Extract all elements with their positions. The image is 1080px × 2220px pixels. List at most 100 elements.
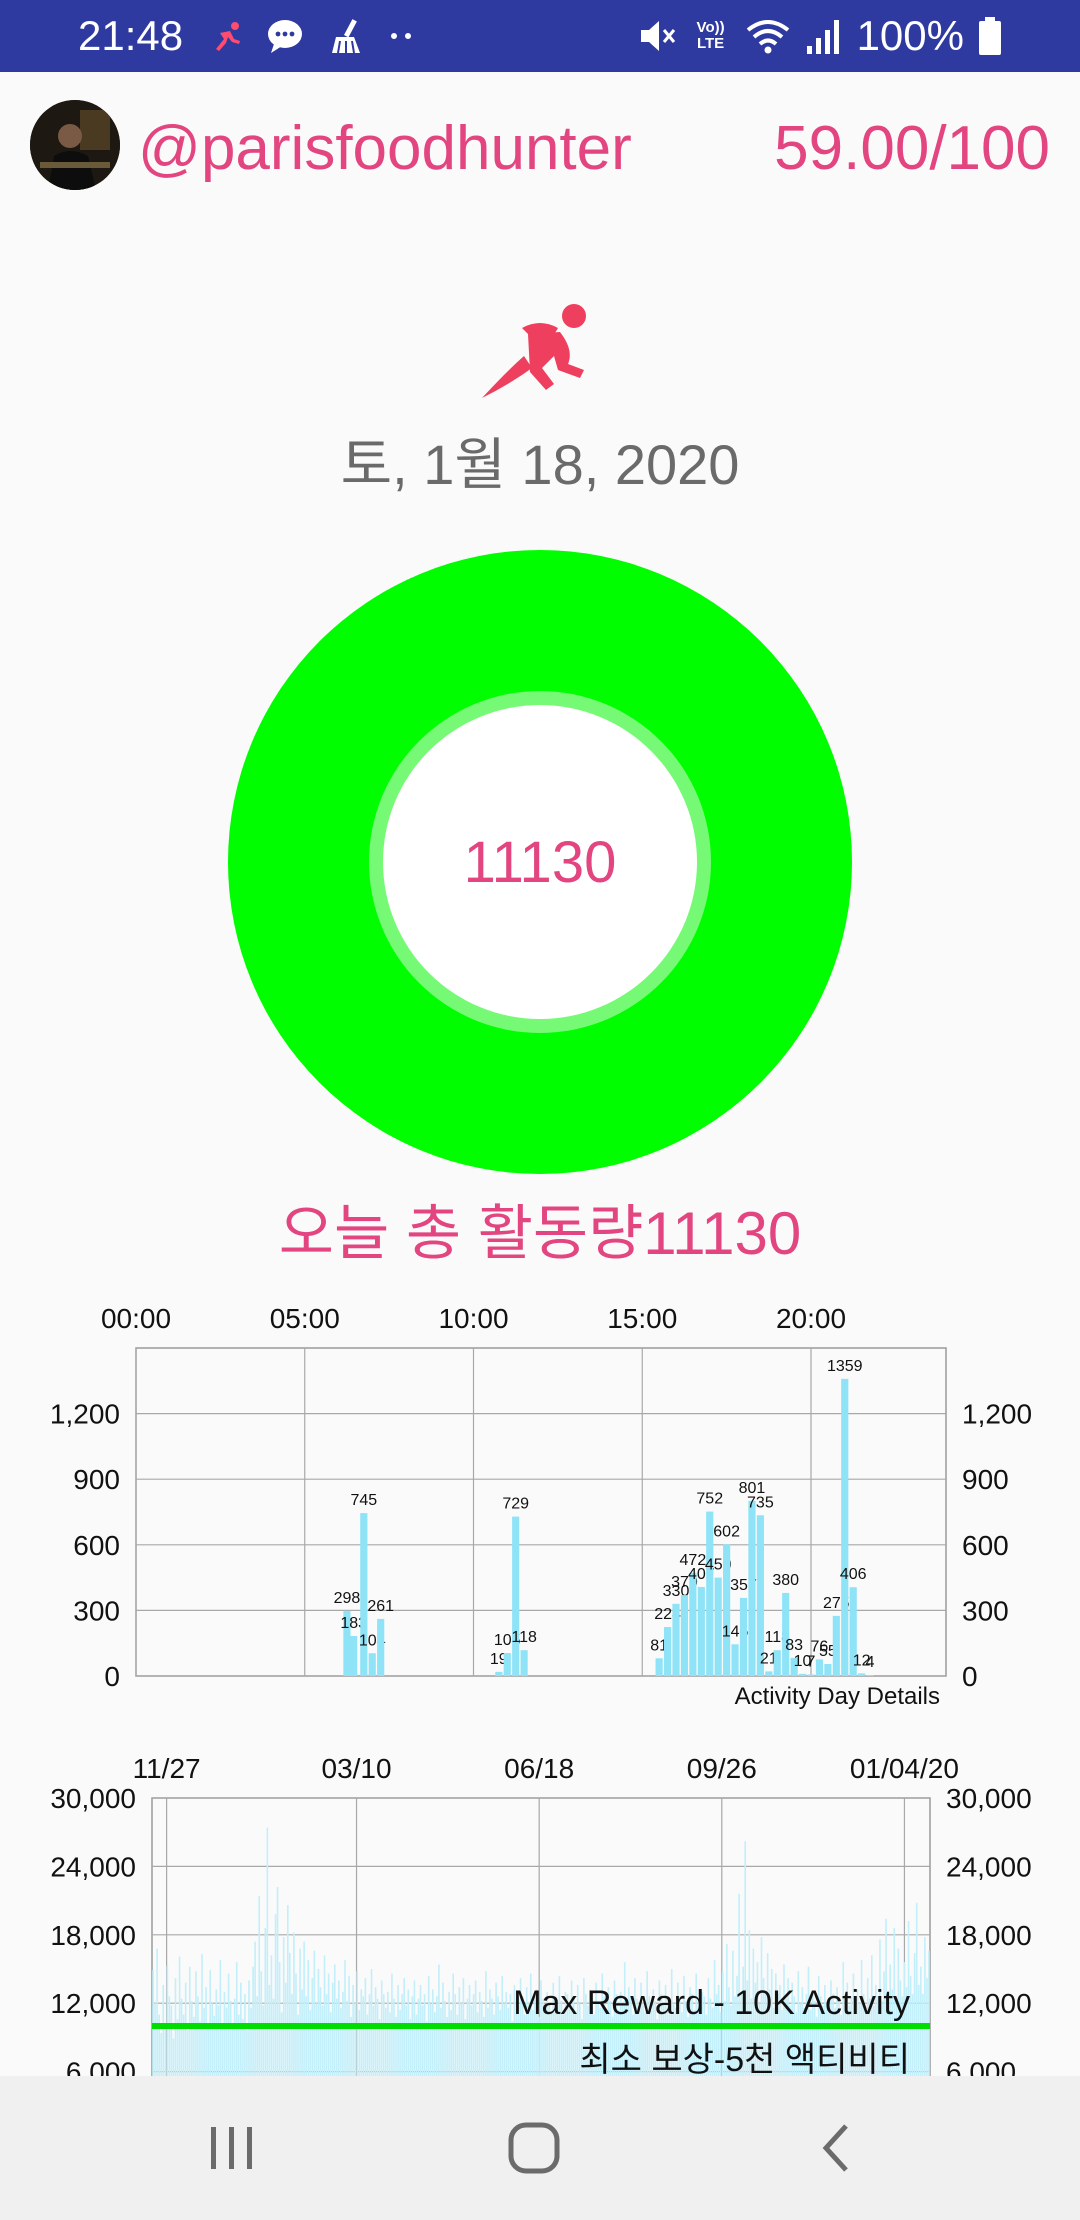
avatar[interactable] [30, 100, 120, 190]
history-chart-bar [293, 1932, 295, 2076]
day-chart-bar-label: 83 [785, 1637, 803, 1654]
day-chart-bar-label: 7 [807, 1653, 816, 1670]
history-chart-bar [180, 1998, 183, 2076]
history-chart-bar [354, 2003, 356, 2076]
history-chart-x-tick: 03/10 [322, 1753, 392, 1784]
day-chart-bar [824, 1663, 832, 1676]
history-chart-bar [497, 1996, 499, 2076]
recent-apps-button[interactable] [192, 2108, 272, 2188]
mute-icon [640, 21, 675, 51]
history-chart-bar [246, 2030, 248, 2076]
history-chart-bar [489, 1989, 491, 2076]
history-chart-x-tick: 06/18 [504, 1753, 574, 1784]
history-chart-bar [264, 1927, 267, 2076]
history-chart-bar [509, 1994, 512, 2076]
history-chart-bar [313, 1950, 316, 2076]
history-chart-bar [178, 1956, 181, 2076]
volte-icon: Vo)) LTE [691, 20, 731, 52]
day-chart-y-tick-right: 900 [962, 1464, 1009, 1495]
day-chart-bar [714, 1577, 722, 1676]
history-chart-bar [387, 1991, 389, 2076]
notification-icons [210, 14, 416, 58]
history-chart-bar [217, 2005, 220, 2076]
day-chart-y-tick-left: 1,200 [50, 1399, 120, 1430]
volte-label: Vo)) LTE [696, 19, 725, 52]
history-chart-bar [299, 1948, 301, 2076]
history-chart-bar [229, 2000, 232, 2076]
history-chart-bar [156, 1948, 158, 2076]
history-chart-bar [360, 1989, 363, 2076]
date-label: 토, 1월 18, 2020 [340, 433, 740, 496]
history-chart-bar [321, 2005, 324, 2076]
broom-icon [332, 19, 360, 54]
history-chart-bar [423, 1994, 426, 2076]
history-chart-bar [323, 1955, 326, 2076]
history-chart-y-tick-left: 18,000 [50, 1920, 136, 1951]
history-chart-bar [417, 1998, 420, 2076]
history-chart-bar [507, 2007, 510, 2076]
history-chart-y-tick-right: 6,000 [946, 2057, 1016, 2076]
username: @parisfoodhunter [138, 114, 632, 183]
day-chart-bar [782, 1592, 790, 1676]
history-chart-bar [419, 1984, 422, 2076]
day-chart-bar [866, 1675, 874, 1676]
history-chart-bar [468, 1984, 471, 2076]
day-chart-bar [832, 1615, 840, 1676]
home-button[interactable] [494, 2108, 574, 2188]
day-chart-y-tick-right: 0 [962, 1661, 978, 1692]
history-chart-bar [286, 1905, 289, 2076]
history-chart-x-tick: 11/27 [133, 1753, 201, 1784]
history-chart-y-tick-left: 24,000 [50, 1851, 136, 1882]
history-chart-bar [924, 1937, 926, 2076]
day-chart-y-tick-right: 1,200 [962, 1399, 1032, 1430]
day-chart-bar [723, 1544, 731, 1676]
history-chart-bar [440, 2007, 442, 2076]
history-chart-bar [274, 1914, 277, 2076]
history-chart-y-tick-right: 24,000 [946, 1851, 1032, 1882]
day-chart-bar [773, 1650, 781, 1676]
history-chart-y-tick-right: 30,000 [946, 1783, 1032, 1814]
history-chart-bar [203, 2007, 205, 2076]
day-chart-bar [731, 1644, 739, 1676]
history-chart-bar [162, 1984, 165, 2076]
back-button[interactable] [796, 2108, 876, 2188]
history-chart-bar [433, 2012, 436, 2076]
history-chart-bar [362, 1996, 365, 2076]
activity-score: 59.00/100 [774, 114, 1050, 183]
history-chart-bar [499, 2010, 501, 2076]
history-chart-bar [219, 1959, 222, 2076]
history-chart-bar [258, 1896, 261, 2076]
history-chart-bar [280, 2012, 283, 2076]
history-chart-x-tick: 09/26 [687, 1753, 757, 1784]
day-chart-bar [748, 1500, 756, 1676]
day-chart-bar [368, 1653, 376, 1676]
history-chart-bar [491, 1998, 493, 2076]
history-chart-bar [928, 1950, 930, 2076]
history-chart-bar [233, 1998, 236, 2076]
system-icons: Vo)) LTE 100% [637, 12, 1002, 60]
history-chart-bar [278, 1962, 281, 2076]
day-chart-frame [135, 1347, 947, 1677]
history-chart-bar [505, 1991, 508, 2076]
activity-ring-center: 11130 [383, 705, 697, 1019]
history-chart-bar [291, 1994, 293, 2076]
history-chart-threshold-label: 최소 보상-5천 액티비티 [579, 2041, 910, 2076]
history-chart-y-tick-left: 6,000 [66, 2057, 136, 2076]
history-chart-bar [317, 1969, 320, 2076]
history-chart-bar [344, 1959, 346, 2076]
day-chart-bar-label: 745 [350, 1492, 377, 1509]
day-chart-bar-label: 752 [696, 1491, 723, 1508]
history-chart-bar [399, 2010, 401, 2076]
history-chart-bar [307, 1959, 310, 2076]
daily-total-label: 오늘 총 활동량11130 [278, 1200, 802, 1267]
history-chart-bar [401, 1994, 403, 2076]
more-dots-icon [391, 33, 411, 39]
history-chart-bar [207, 2028, 209, 2076]
history-chart-bar [191, 2000, 193, 2076]
day-chart-bar [858, 1673, 866, 1676]
day-chart-bar-label: 380 [772, 1572, 799, 1589]
day-chart-bar-label: 1359 [827, 1358, 863, 1375]
history-chart-bar [303, 1941, 305, 2076]
recent-apps-icon [211, 2127, 252, 2169]
history-chart-bar [470, 2005, 473, 2076]
